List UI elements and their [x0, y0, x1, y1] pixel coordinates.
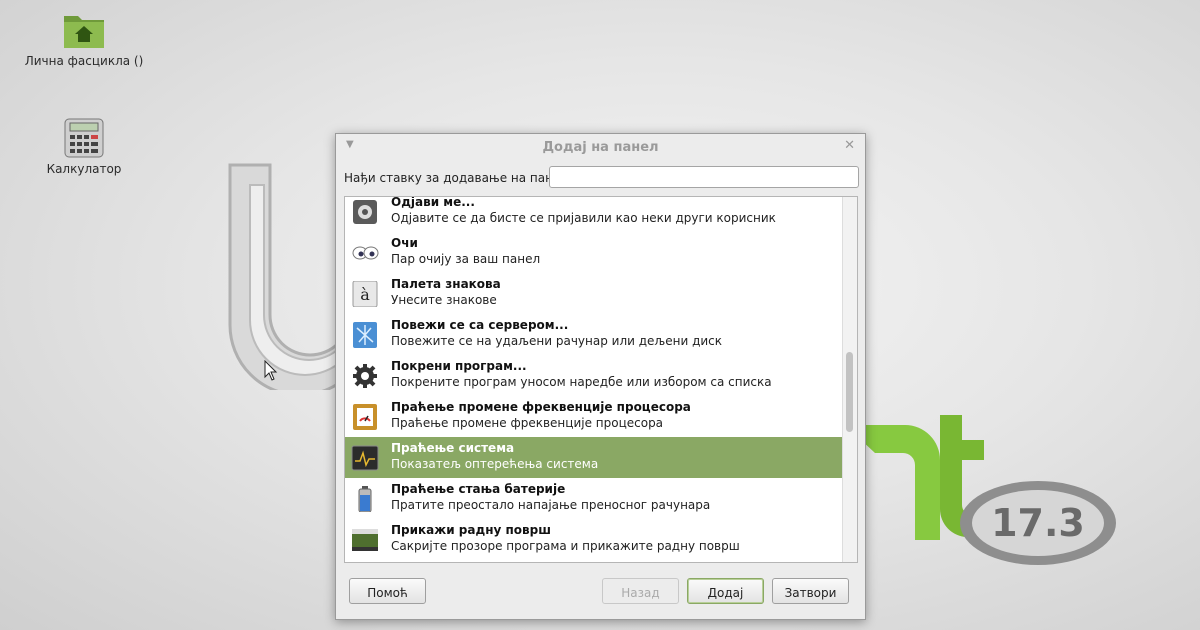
version-badge: 17.3 [958, 478, 1118, 568]
dialog-title: Додај на панел [542, 140, 659, 155]
item-name: Одјави ме... [391, 196, 475, 209]
list-item[interactable]: Повежи се са сервером... Повежите се на … [345, 314, 842, 355]
item-name: Праћење стања батерије [391, 482, 566, 496]
calculator-icon [62, 118, 106, 158]
item-name: Праћење система [391, 441, 515, 455]
item-desc: Показатељ оптерећења система [391, 457, 599, 471]
search-row: Нађи ставку за додавање на панел: [344, 166, 859, 190]
system-monitor-icon [351, 445, 379, 471]
mouse-pointer-icon [264, 359, 278, 382]
list-item[interactable]: Одјави ме... Одјавите се да бисте се при… [345, 196, 842, 232]
home-folder-icon [62, 10, 106, 50]
item-desc: Пратите преостало напајање преносног рач… [391, 498, 711, 512]
applet-list[interactable]: Одјави ме... Одјавите се да бисте се при… [344, 196, 858, 563]
cpu-frequency-icon [351, 404, 379, 430]
desktop-icon-label: Лична фасцикла () [24, 54, 144, 68]
eyes-icon [351, 240, 379, 266]
list-item[interactable]: Очи Пар очију за ваш панел [345, 232, 842, 273]
search-input[interactable] [549, 166, 859, 188]
run-gear-icon [351, 363, 379, 389]
item-desc: Одјавите се да бисте се пријавили као не… [391, 211, 776, 225]
item-desc: Сакријте прозоре програма и прикажите ра… [391, 539, 740, 553]
close-icon[interactable]: ✕ [844, 138, 855, 153]
item-name: Прикажи радну површ [391, 523, 551, 537]
close-button[interactable]: Затвори [772, 578, 849, 604]
item-name: Очи [391, 236, 418, 250]
network-server-icon [351, 322, 379, 348]
show-desktop-icon [351, 527, 379, 553]
list-scrollbar[interactable] [842, 197, 857, 562]
list-item[interactable]: Праћење промене фреквенције процесора Пр… [345, 396, 842, 437]
battery-icon [351, 486, 379, 513]
item-desc: Повежите се на удаљени рачунар или дељен… [391, 334, 723, 348]
help-button[interactable]: Помоћ [349, 578, 426, 604]
logout-icon [351, 199, 379, 225]
list-item-selected[interactable]: Праћење система Показатељ оптерећења сис… [345, 437, 842, 478]
desktop-icon-calculator[interactable]: Калкулатор [24, 118, 144, 176]
scrollbar-thumb[interactable] [846, 352, 853, 432]
item-name: Повежи се са сервером... [391, 318, 569, 332]
list-item[interactable]: Покрени програм... Покрените програм уно… [345, 355, 842, 396]
add-to-panel-dialog: ▼ Додај на панел ✕ Нађи ставку за додава… [335, 133, 866, 620]
item-desc: Унесите знакове [391, 293, 497, 307]
svg-text:à: à [360, 285, 370, 304]
item-name: Праћење промене фреквенције процесора [391, 400, 691, 414]
desktop-icon-home[interactable]: Лична фасцикла () [24, 10, 144, 68]
list-item[interactable]: à Палета знакова Унесите знакове [345, 273, 842, 314]
character-palette-icon: à [351, 280, 379, 308]
version-badge-text: 17.3 [991, 501, 1085, 545]
item-name: Палета знакова [391, 277, 501, 291]
back-button[interactable]: Назад [602, 578, 679, 604]
list-item[interactable]: Прикажи радну површ Сакријте прозоре про… [345, 519, 842, 560]
item-name: Покрени програм... [391, 359, 527, 373]
item-desc: Пар очију за ваш панел [391, 252, 541, 266]
item-desc: Покрените програм уносом наредбе или изб… [391, 375, 772, 389]
add-button[interactable]: Додај [687, 578, 764, 604]
list-item[interactable]: Праћење стања батерије Пратите преостало… [345, 478, 842, 519]
item-desc: Праћење промене фреквенције процесора [391, 416, 664, 430]
desktop-icon-label: Калкулатор [46, 162, 122, 176]
dialog-titlebar[interactable]: ▼ Додај на панел ✕ [336, 134, 865, 160]
search-label: Нађи ставку за додавање на панел: [344, 171, 573, 185]
